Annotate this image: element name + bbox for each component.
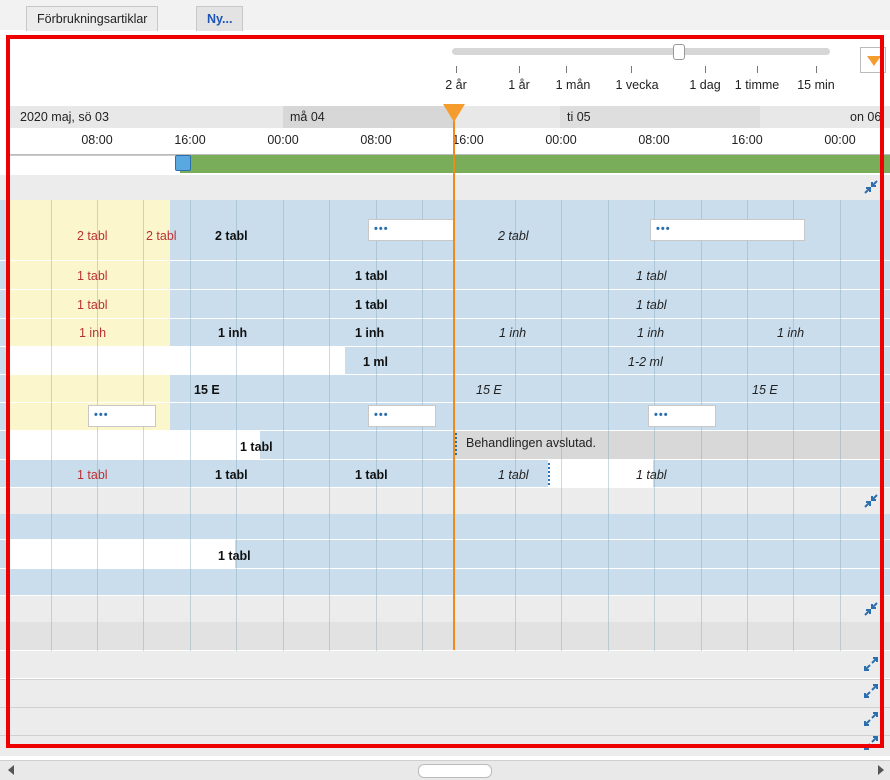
zoom-1-year[interactable]: 1 år	[508, 78, 530, 92]
dose-cell[interactable]: 1 tabl	[77, 298, 108, 312]
dose-cell[interactable]: 1 tabl	[355, 269, 388, 283]
dose-cell[interactable]: 1 tabl	[636, 269, 667, 283]
dose-cell[interactable]: 2 tabl	[146, 229, 177, 243]
more-box[interactable]	[650, 219, 805, 241]
dose-cell[interactable]: 1 inh	[218, 326, 247, 340]
expand-icon[interactable]	[864, 712, 878, 726]
more-dots-icon[interactable]: •••	[94, 409, 109, 421]
expand-icon[interactable]	[864, 736, 878, 750]
tab-new[interactable]: Ny...	[196, 6, 244, 31]
dose-cell[interactable]: 2 tabl	[215, 229, 248, 243]
zoom-slider-thumb[interactable]	[673, 44, 685, 60]
section-header	[0, 679, 890, 707]
grid-row[interactable]	[0, 622, 890, 650]
dose-cell[interactable]: 15 E	[752, 383, 778, 397]
zoom-1-week[interactable]: 1 vecka	[615, 78, 658, 92]
tab-bar: Förbrukningsartiklar Ny...	[0, 0, 890, 31]
dose-cell[interactable]: 1 inh	[637, 326, 664, 340]
treatment-ended-label: Behandlingen avslutad.	[466, 436, 596, 450]
collapse-icon[interactable]	[864, 494, 878, 508]
dose-cell[interactable]: 15 E	[476, 383, 502, 397]
section-header	[0, 735, 890, 756]
dose-cell[interactable]: 1 inh	[499, 326, 526, 340]
date-label-tue: ti 05	[567, 110, 591, 124]
zoom-slider-track[interactable]	[452, 48, 830, 55]
med-row[interactable]	[0, 460, 890, 487]
dose-cell[interactable]: 2 tabl	[498, 229, 529, 243]
more-dots-icon[interactable]: •••	[374, 223, 389, 235]
dose-cell[interactable]: 1 tabl	[240, 440, 273, 454]
section-header	[0, 175, 890, 200]
dose-cell[interactable]: 1 tabl	[636, 468, 667, 482]
zoom-15-min[interactable]: 15 min	[797, 78, 835, 92]
expand-icon[interactable]	[864, 684, 878, 698]
dose-cell[interactable]: 1 tabl	[218, 549, 251, 563]
dose-cell[interactable]: 1 tabl	[215, 468, 248, 482]
hour-label: 08:00	[81, 133, 113, 147]
collapse-icon[interactable]	[864, 602, 878, 616]
dose-cell[interactable]: 1 inh	[79, 326, 106, 340]
section-header	[0, 707, 890, 735]
date-label-mon: må 04	[290, 110, 325, 124]
more-dots-icon[interactable]: •••	[654, 409, 669, 421]
hour-label: 08:00	[638, 133, 670, 147]
event-icon[interactable]	[175, 155, 191, 171]
zoom-2-years[interactable]: 2 år	[445, 78, 467, 92]
dose-cell[interactable]: 2 tabl	[77, 229, 108, 243]
dose-cell[interactable]: 1 inh	[777, 326, 804, 340]
dose-cell[interactable]: 15 E	[194, 383, 220, 397]
expand-icon[interactable]	[864, 657, 878, 671]
timeline-green-bar	[180, 155, 890, 173]
hour-label: 16:00	[452, 133, 484, 147]
collapse-icon[interactable]	[864, 180, 878, 194]
dose-cell[interactable]: 1 inh	[355, 326, 384, 340]
dose-cell[interactable]: 1 tabl	[636, 298, 667, 312]
filter-icon[interactable]	[860, 47, 886, 73]
hour-label: 00:00	[824, 133, 856, 147]
zoom-1-month[interactable]: 1 mån	[556, 78, 591, 92]
dose-cell[interactable]: 1 tabl	[77, 269, 108, 283]
current-time-line	[453, 114, 455, 650]
dose-cell[interactable]: 1 tabl	[498, 468, 529, 482]
scroll-left-icon[interactable]	[8, 765, 14, 775]
section-header	[0, 596, 890, 622]
dose-cell[interactable]: 1 tabl	[355, 298, 388, 312]
hour-label: 16:00	[731, 133, 763, 147]
more-dots-icon[interactable]: •••	[374, 409, 389, 421]
zoom-1-day[interactable]: 1 dag	[689, 78, 720, 92]
date-label-wed: on 06	[850, 110, 882, 124]
hour-label: 00:00	[545, 133, 577, 147]
med-row[interactable]	[0, 569, 890, 595]
section-header	[0, 651, 890, 678]
section-header	[0, 488, 890, 514]
hour-label: 16:00	[174, 133, 206, 147]
tab-forbrukningsartiklar[interactable]: Förbrukningsartiklar	[26, 6, 159, 31]
more-dots-icon[interactable]: •••	[656, 223, 671, 235]
scroll-right-icon[interactable]	[878, 765, 884, 775]
dose-cell[interactable]: 1 ml	[363, 355, 388, 369]
date-label-sun: 2020 maj, sö 03	[20, 110, 109, 124]
current-time-marker[interactable]	[443, 104, 465, 122]
zoom-1-hour[interactable]: 1 timme	[735, 78, 779, 92]
dose-cell[interactable]: 1 tabl	[77, 468, 108, 482]
med-row[interactable]	[0, 514, 890, 539]
hour-label: 08:00	[360, 133, 392, 147]
dose-cell[interactable]: 1-2 ml	[628, 355, 663, 369]
hour-label: 00:00	[267, 133, 299, 147]
scrollbar-thumb[interactable]	[418, 764, 492, 778]
dose-cell[interactable]: 1 tabl	[355, 468, 388, 482]
